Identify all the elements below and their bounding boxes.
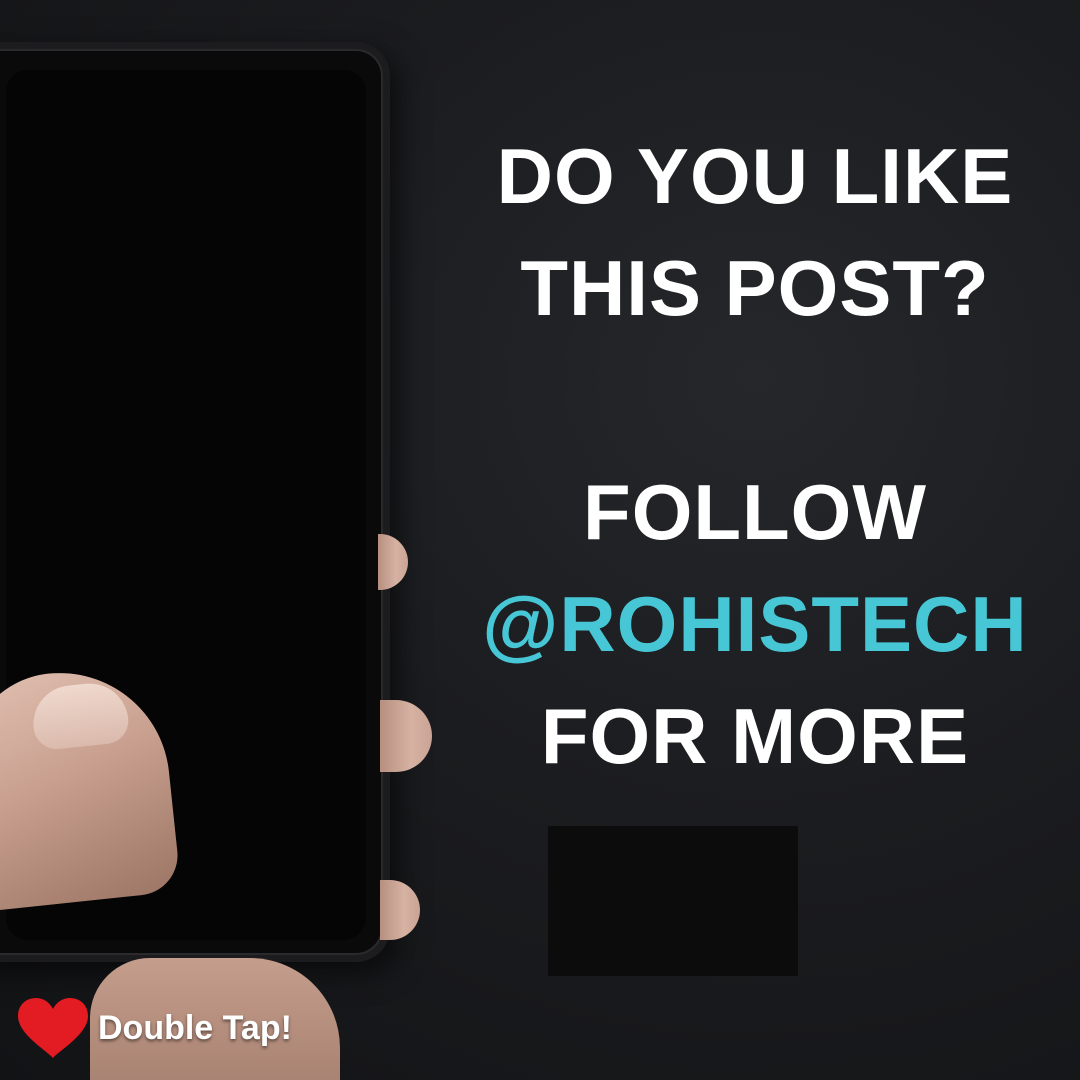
dark-patch <box>548 826 798 976</box>
follow-line: FOLLOW <box>583 468 927 556</box>
post-canvas: DO YOU LIKE THIS POST? FOLLOW @ROHISTECH… <box>0 0 1080 1080</box>
finger-top <box>378 534 408 590</box>
finger-middle <box>380 700 432 772</box>
finger-bottom <box>380 880 420 940</box>
double-tap-badge[interactable]: Double Tap! <box>16 996 292 1060</box>
question-line-1: DO YOU LIKE <box>496 132 1014 220</box>
account-handle[interactable]: @ROHISTECH <box>430 568 1080 680</box>
thumb-nail <box>29 679 131 752</box>
question-line-2: THIS POST? <box>520 244 990 332</box>
question-text: DO YOU LIKE THIS POST? <box>430 120 1080 344</box>
follow-text: FOLLOW @ROHISTECH FOR MORE <box>430 456 1080 792</box>
for-more-line: FOR MORE <box>540 692 970 780</box>
double-tap-label: Double Tap! <box>98 1008 292 1047</box>
heart-icon <box>18 998 88 1058</box>
